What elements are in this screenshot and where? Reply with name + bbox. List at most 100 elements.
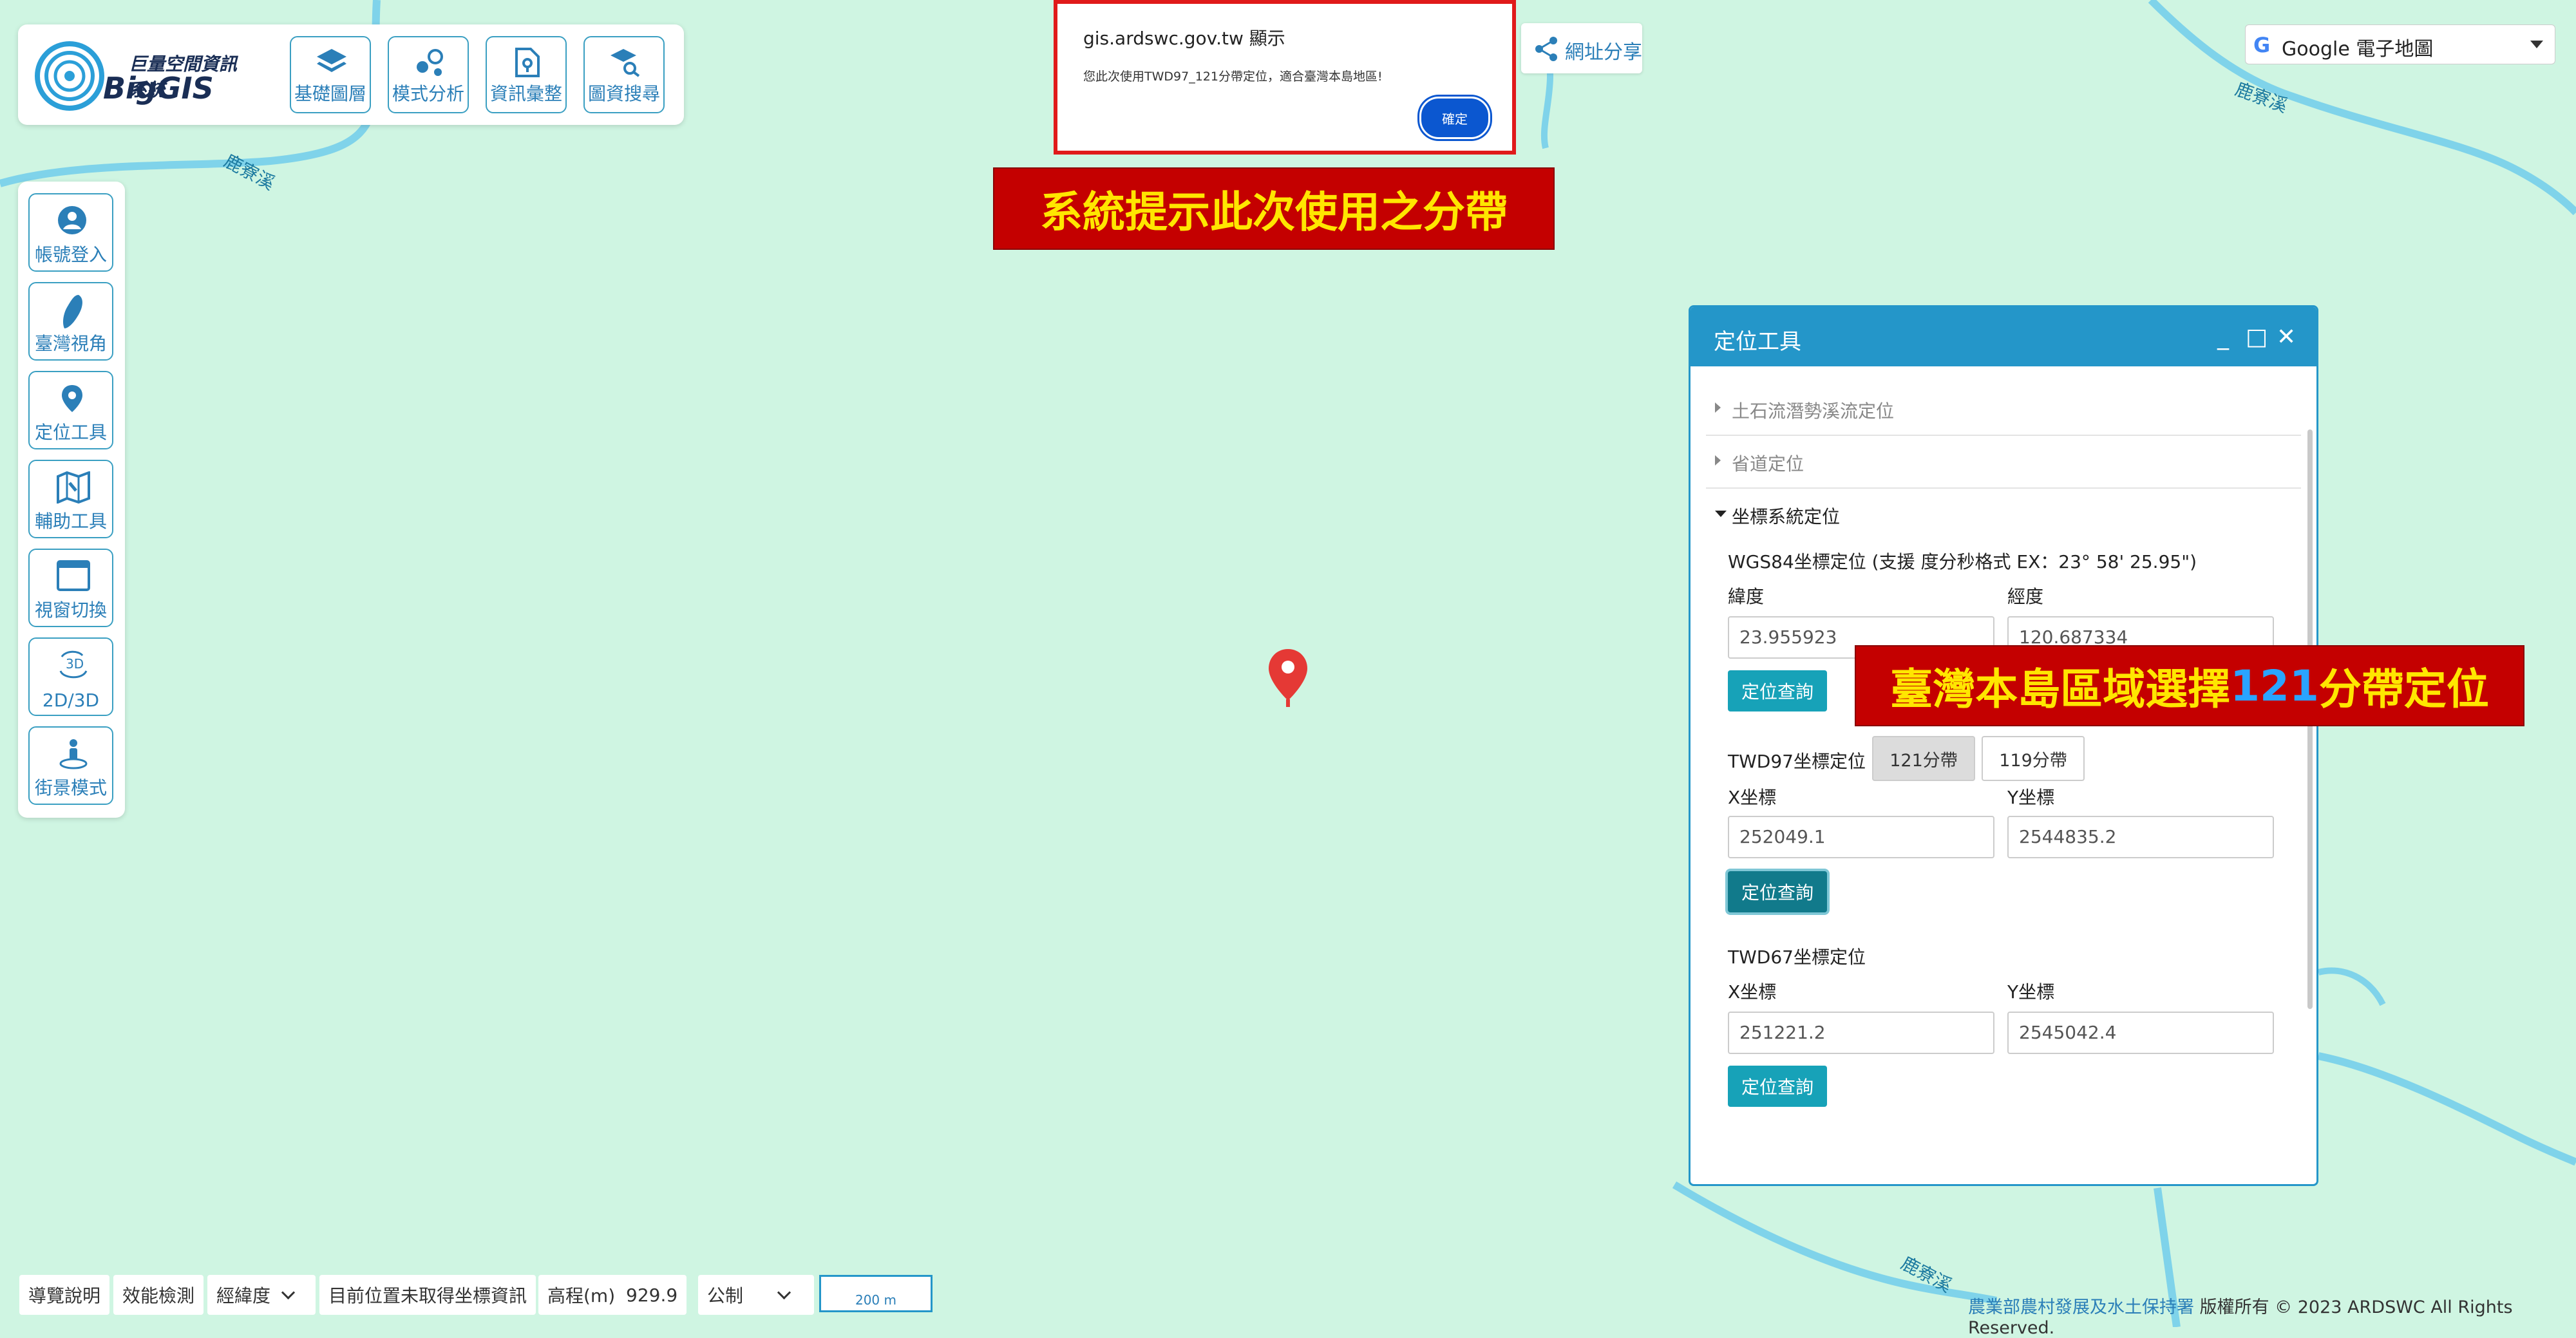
accordion-label: 土石流潛勢溪流定位 — [1732, 400, 1895, 422]
layer-search-label: 圖資搜尋 — [587, 83, 660, 104]
logo-icon — [35, 41, 104, 111]
lat-label: 緯度 — [1728, 586, 1765, 607]
share-url-button[interactable]: 網址分享 — [1521, 23, 1642, 73]
taiwan-view-label: 臺灣視角 — [34, 333, 107, 354]
performance-check-button[interactable]: 效能檢測 — [113, 1275, 204, 1315]
login-label: 帳號登入 — [34, 244, 107, 265]
svg-text:3D: 3D — [66, 656, 84, 672]
zone-121-button[interactable]: 121分帶 — [1872, 736, 1975, 781]
street-view-button[interactable]: 街景模式 — [28, 726, 113, 805]
minimize-icon[interactable]: _ — [2217, 324, 2229, 350]
coord-info-text: 目前位置未取得坐標資訊 — [319, 1275, 536, 1315]
caret-right-icon — [1715, 455, 1721, 466]
alert-ok-button[interactable]: 確定 — [1419, 97, 1490, 139]
agency-link[interactable]: 農業部農村發展及水土保持署 — [1968, 1297, 2194, 1317]
browser-alert-dialog: gis.ardswc.gov.tw 顯示 您此次使用TWD97_121分帶定位，… — [1054, 0, 1516, 155]
layer-search-button[interactable]: 圖資搜尋 — [583, 36, 665, 113]
info-summary-button[interactable]: 資訊彙整 — [486, 36, 567, 113]
twd97-x-label: X坐標 — [1728, 787, 1777, 808]
taiwan-view-button[interactable]: 臺灣視角 — [28, 282, 113, 361]
coord-type-select[interactable]: 經緯度 — [207, 1275, 316, 1315]
scale-bar: 200 m — [819, 1275, 933, 1312]
chevron-down-icon — [777, 1285, 791, 1299]
elevation-value: 929.9 — [617, 1275, 687, 1315]
basemap-select[interactable]: G Google 電子地圖 — [2245, 24, 2555, 64]
twd67-y-label: Y坐標 — [2007, 981, 2055, 1003]
user-icon — [58, 206, 86, 234]
accordion-coordinate-system[interactable]: 坐標系統定位 — [1706, 489, 2301, 540]
twd97-y-label: Y坐標 — [2007, 787, 2055, 808]
twd67-title: TWD67坐標定位 — [1728, 947, 1866, 968]
close-icon[interactable]: ✕ — [2277, 324, 2296, 350]
location-tool-panel: 定位工具 _ □ ✕ 土石流潛勢溪流定位 省道定位 坐標系統定位 WGS84坐標… — [1689, 305, 2318, 1186]
twd67-query-button[interactable]: 定位查詢 — [1728, 1066, 1827, 1107]
chevron-down-icon — [2530, 41, 2543, 48]
window-switch-button[interactable]: 視窗切換 — [28, 549, 113, 627]
window-icon — [57, 560, 90, 591]
annotation-banner-zone-hint: 系統提示此次使用之分帶 — [993, 167, 1555, 250]
layers-icon — [317, 49, 346, 72]
maximize-icon[interactable]: □ — [2246, 324, 2268, 350]
unit-value: 公制 — [707, 1285, 744, 1306]
twd97-title: TWD97坐標定位 — [1728, 751, 1866, 772]
google-icon: G — [2253, 33, 2271, 57]
panel-header[interactable]: 定位工具 _ □ ✕ — [1690, 307, 2316, 366]
location-tool-button[interactable]: 定位工具 — [28, 371, 113, 449]
top-toolbar: 巨量空間資訊系統 BigGIS 基礎圖層 模式分析 資訊彙整 圖資搜尋 — [18, 24, 684, 125]
twd97-query-button[interactable]: 定位查詢 — [1728, 871, 1827, 912]
share-icon — [1535, 37, 1557, 61]
accordion-debris-flow[interactable]: 土石流潛勢溪流定位 — [1706, 383, 2301, 436]
location-pin-icon — [62, 385, 82, 412]
unit-select[interactable]: 公制 — [698, 1275, 814, 1315]
basemap-selected-label: Google 電子地圖 — [2282, 38, 2434, 61]
twd97-x-input[interactable]: 252049.1 — [1728, 816, 1994, 858]
banner-suffix: 分帶定位 — [2318, 664, 2489, 714]
elevation-label: 高程(m) — [538, 1275, 625, 1315]
twd67-x-label: X坐標 — [1728, 981, 1777, 1003]
twd97-y-input[interactable]: 2544835.2 — [2007, 816, 2274, 858]
window-switch-label: 視窗切換 — [34, 599, 107, 621]
zone-119-button[interactable]: 119分帶 — [1982, 736, 2085, 781]
share-url-label: 網址分享 — [1565, 41, 1642, 64]
guide-button[interactable]: 導覽說明 — [19, 1275, 110, 1315]
model-analysis-label: 模式分析 — [392, 83, 464, 104]
view-2d-3d-label: 2D/3D — [42, 690, 100, 711]
layer-search-icon — [611, 49, 640, 77]
view-2d-3d-button[interactable]: 3D 2D/3D — [28, 637, 113, 716]
caret-right-icon — [1715, 402, 1721, 413]
model-analysis-button[interactable]: 模式分析 — [388, 36, 469, 113]
alert-title: gis.ardswc.gov.tw 顯示 — [1083, 28, 1285, 49]
biggis-logo[interactable]: 巨量空間資訊系統 BigGIS — [32, 33, 251, 117]
aux-tools-label: 輔助工具 — [34, 511, 107, 532]
taiwan-icon — [63, 295, 82, 328]
wgs84-query-button[interactable]: 定位查詢 — [1728, 670, 1827, 711]
accordion-provincial-road[interactable]: 省道定位 — [1706, 436, 2301, 489]
accordion-label: 省道定位 — [1732, 453, 1804, 475]
base-layers-button[interactable]: 基礎圖層 — [290, 36, 371, 113]
aux-tools-button[interactable]: 輔助工具 — [28, 460, 113, 538]
left-toolbar: 帳號登入 臺灣視角 定位工具 輔助工具 視窗切換 3D 2D/3D 街景模式 — [18, 182, 125, 818]
street-view-icon — [59, 739, 88, 769]
lon-label: 經度 — [2007, 586, 2044, 607]
panel-title: 定位工具 — [1714, 329, 1801, 355]
rotate-3d-icon: 3D — [59, 650, 88, 679]
annotation-banner-zone-select: 臺灣本島區域選擇 121 分帶定位 — [1855, 645, 2524, 726]
chevron-down-icon — [281, 1285, 296, 1299]
info-summary-label: 資訊彙整 — [489, 83, 562, 104]
location-tool-label: 定位工具 — [34, 422, 107, 443]
coord-type-value: 經緯度 — [216, 1285, 271, 1306]
base-layers-label: 基礎圖層 — [294, 83, 366, 104]
banner-number: 121 — [2230, 661, 2319, 711]
banner-prefix: 臺灣本島區域選擇 — [1890, 664, 2231, 714]
map-tools-icon — [57, 471, 90, 504]
logo-title-en: BigGIS — [103, 71, 214, 106]
wgs84-title: WGS84坐標定位 (支援 度分秒格式 EX：23° 58' 25.95") — [1728, 551, 2197, 572]
file-location-icon — [515, 48, 540, 77]
alert-message: 您此次使用TWD97_121分帶定位，適合臺灣本島地區! — [1083, 70, 1383, 84]
login-button[interactable]: 帳號登入 — [28, 193, 113, 272]
copyright-text: 農業部農村發展及水土保持署 版權所有 © 2023 ARDSWC All Rig… — [1968, 1293, 2576, 1338]
accordion-label: 坐標系統定位 — [1732, 506, 1841, 527]
caret-down-icon — [1715, 511, 1727, 517]
twd67-x-input[interactable]: 251221.2 — [1728, 1012, 1994, 1054]
twd67-y-input[interactable]: 2545042.4 — [2007, 1012, 2274, 1054]
